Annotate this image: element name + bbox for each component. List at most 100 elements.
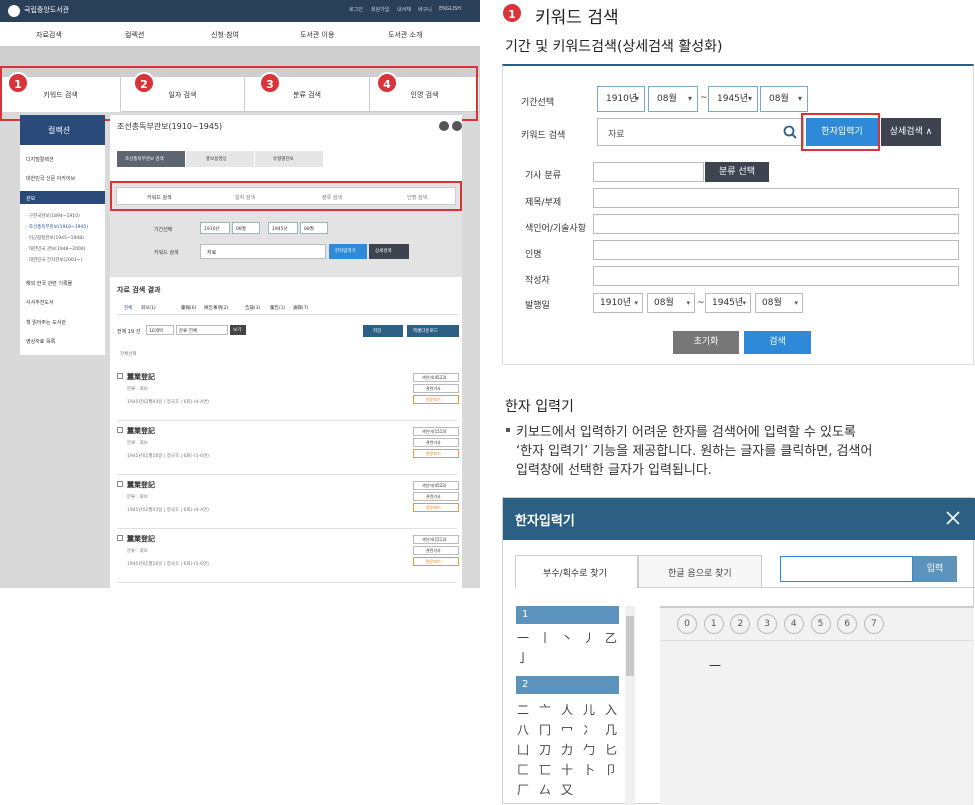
sidebar-item[interactable]: 영상자료 목록 <box>26 338 55 345</box>
stroke-count-button[interactable]: 4 <box>783 614 804 634</box>
sidebar-item[interactable]: 대한민국 신문 아카이브 <box>26 175 75 182</box>
radical-char[interactable]: 亅 <box>517 649 529 666</box>
radical-char[interactable]: 八 <box>517 721 529 738</box>
gnb-item[interactable]: 도서관 이용 <box>300 30 334 40</box>
keyword-input[interactable]: 자료 <box>200 244 326 259</box>
month-to-select[interactable]: 08월 <box>760 86 808 112</box>
radical-char[interactable]: 又 <box>561 781 573 798</box>
hanja-button[interactable]: 한자입력기 <box>329 244 367 259</box>
result-char[interactable]: 一 <box>709 657 721 674</box>
radical-char[interactable]: 力 <box>561 741 573 758</box>
category-input[interactable] <box>593 162 704 182</box>
result-tab[interactable]: 告諭(3) <box>245 305 260 311</box>
util-link[interactable]: ENGLISH <box>439 6 461 12</box>
gnb-item[interactable]: 도서관 소개 <box>388 30 422 40</box>
radical-char[interactable]: 二 <box>517 701 529 718</box>
record-title[interactable]: 蠶業登記 <box>127 372 155 382</box>
util-link[interactable]: 바구니 <box>418 6 432 13</box>
sidebar-item[interactable]: 디지털컬렉션 <box>26 156 54 163</box>
search-icon[interactable] <box>783 125 797 139</box>
radical-char[interactable]: 刀 <box>539 741 551 758</box>
record-checkbox[interactable] <box>117 535 123 541</box>
radical-char[interactable]: 匸 <box>539 761 551 778</box>
result-tab[interactable]: 彙報(6) <box>181 305 196 311</box>
result-tab[interactable]: 條告事項(2) <box>204 305 228 311</box>
radical-char[interactable]: 冫 <box>583 721 595 738</box>
radical-char[interactable]: 冖 <box>561 721 573 738</box>
inner-tab[interactable]: 분류 검색 <box>322 194 342 201</box>
radical-char[interactable]: 乙 <box>605 629 617 646</box>
inner-tab[interactable]: 일자 검색 <box>235 194 255 201</box>
original-badge[interactable]: 원문보기 <box>413 503 459 512</box>
search-button[interactable]: 검색 <box>744 331 811 354</box>
radical-char[interactable]: 卜 <box>583 761 595 778</box>
radical-char[interactable]: 亠 <box>539 701 551 718</box>
year-to-select[interactable]: 1945년 <box>268 222 298 234</box>
tab-radical[interactable]: 부수/획수로 찾기 <box>515 555 638 588</box>
radical-char[interactable]: 厶 <box>539 781 551 798</box>
radical-char[interactable]: 丶 <box>561 629 573 646</box>
sidebar-subitem[interactable]: · 대한민국 전자관보(2001~) <box>26 257 82 263</box>
subtab[interactable]: 홍보용영상 <box>186 151 254 167</box>
util-link[interactable]: 로그인 <box>349 6 363 13</box>
stroke-count-button[interactable]: 0 <box>677 614 697 634</box>
year-to-select[interactable]: 1945년 <box>708 86 758 112</box>
radical-char[interactable]: 丿 <box>583 629 595 646</box>
original-badge[interactable]: 원문보기 <box>413 557 459 566</box>
sidebar-subitem[interactable]: · 미군정청관보(1945~1948) <box>26 235 84 241</box>
print-icon[interactable] <box>439 121 449 131</box>
select-all[interactable]: 전체선택 <box>120 351 137 357</box>
inner-tab[interactable]: 인명 검색 <box>407 194 427 201</box>
index-input[interactable] <box>593 214 959 234</box>
close-icon[interactable] <box>946 511 960 525</box>
radical-char[interactable]: 凵 <box>517 741 529 758</box>
keyword-input[interactable]: 자료 <box>597 118 804 146</box>
radical-char[interactable]: 匕 <box>605 741 617 758</box>
page-size-select[interactable]: 10개씩 <box>146 325 174 335</box>
radical-char[interactable]: 几 <box>605 721 617 738</box>
related-badge[interactable]: 관련기사 <box>413 438 459 447</box>
sidebar-item[interactable]: 책 읽어주는 도서관 <box>26 319 66 326</box>
result-tab[interactable]: 전체 <box>124 305 132 311</box>
radical-char[interactable]: 冂 <box>539 721 551 738</box>
radical-char[interactable]: 勹 <box>583 741 595 758</box>
person-input[interactable] <box>593 240 959 260</box>
month-from-select[interactable]: 08월 <box>232 222 260 234</box>
record-title[interactable]: 蠶業登記 <box>127 480 155 490</box>
scrollbar-thumb[interactable] <box>626 616 634 676</box>
year-from-select[interactable]: 1910년 <box>597 86 645 112</box>
sidebar-item[interactable]: 해외 한국 관련 기록물 <box>26 280 72 287</box>
share-icon[interactable] <box>452 121 462 131</box>
result-tab[interactable]: 휘보(1) <box>141 305 156 311</box>
util-link[interactable]: 내서재 <box>397 6 411 13</box>
radical-char[interactable]: 人 <box>561 701 573 718</box>
save-button[interactable]: 저장 <box>363 325 403 337</box>
record-checkbox[interactable] <box>117 427 123 433</box>
radical-char[interactable]: 卩 <box>605 761 617 778</box>
record-title[interactable]: 蠶業登記 <box>127 534 155 544</box>
index-badge[interactable]: 색인어(1513) <box>413 427 459 436</box>
original-badge[interactable]: 원문보기 <box>413 449 459 458</box>
related-badge[interactable]: 관련기사 <box>413 384 459 393</box>
date-year-to-select[interactable]: 1945년 <box>705 293 751 313</box>
detail-button[interactable]: 상세검색 <box>369 244 409 259</box>
month-to-select[interactable]: 08월 <box>300 222 328 234</box>
stroke-count-button[interactable]: 5 <box>810 614 831 634</box>
original-badge[interactable]: 원문보기 <box>413 395 459 404</box>
reset-button[interactable]: 초기화 <box>673 331 739 354</box>
radical-char[interactable]: 丨 <box>539 629 551 646</box>
radical-char[interactable]: 十 <box>561 761 573 778</box>
input-button[interactable]: 입력 <box>913 556 957 582</box>
stroke-count-button[interactable]: 1 <box>703 614 724 634</box>
sidebar-subitem[interactable]: · 구한국관보(1894~1910) <box>26 213 80 219</box>
view-button[interactable]: 보기 <box>230 325 246 335</box>
radical-char[interactable]: 厂 <box>517 781 529 798</box>
record-checkbox[interactable] <box>117 481 123 487</box>
gnb-item[interactable]: 컬렉션 <box>125 30 144 40</box>
detail-button[interactable]: 상세검색 ∧ <box>881 118 941 146</box>
excel-button[interactable]: 엑셀다운로드 <box>407 325 459 337</box>
hanja-input[interactable] <box>780 556 913 582</box>
gnb-item[interactable]: 신청·참여 <box>211 30 239 40</box>
subtab-active[interactable]: 조선총독부관보 검색 <box>117 151 185 167</box>
record-checkbox[interactable] <box>117 373 123 379</box>
